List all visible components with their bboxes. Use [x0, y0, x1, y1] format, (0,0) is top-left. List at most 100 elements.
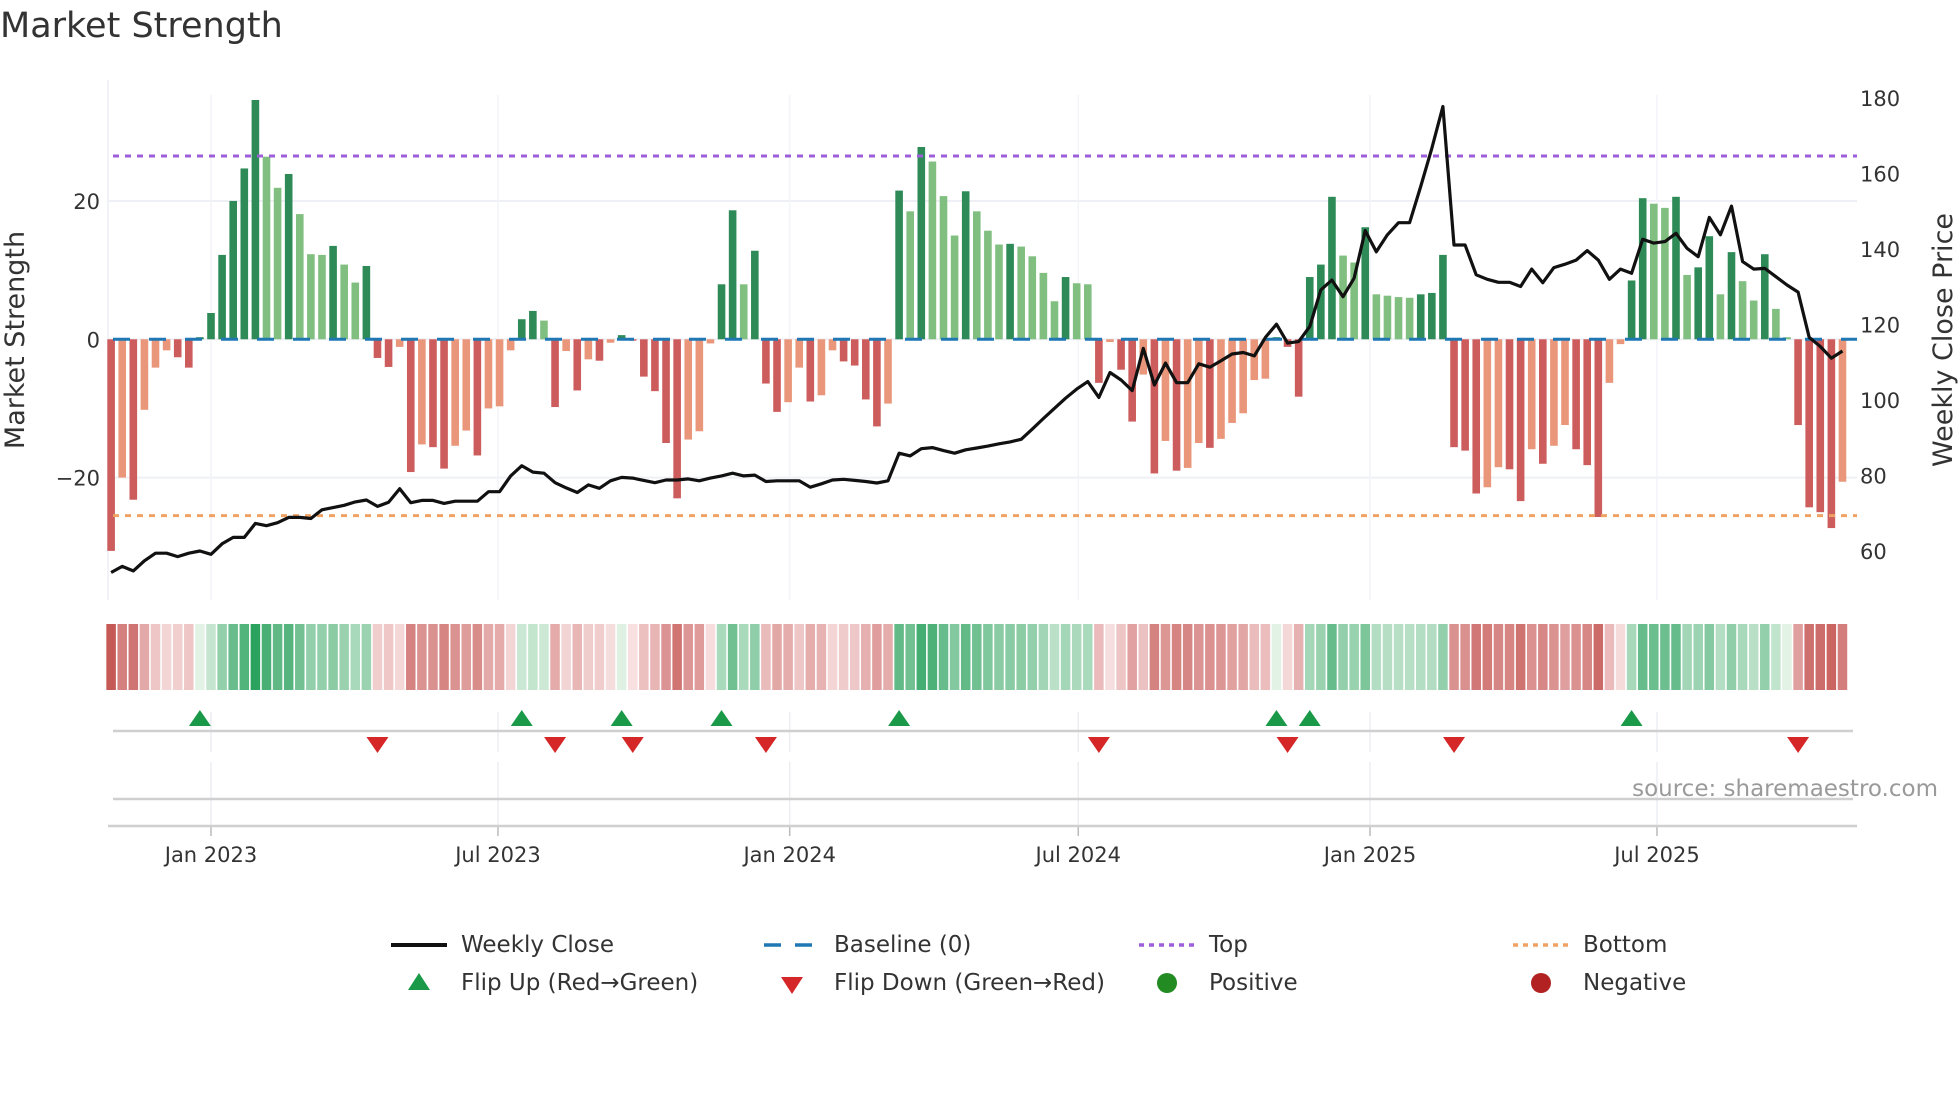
heatmap-cell — [716, 624, 727, 690]
strength-bar — [573, 339, 582, 391]
strength-bar — [739, 284, 748, 340]
dotted-line-icon — [1139, 943, 1195, 947]
strength-bar — [1394, 297, 1403, 340]
strength-bar — [562, 339, 570, 352]
legend-weekly-close: Weekly Close — [389, 927, 614, 963]
legend-label: Positive — [1209, 970, 1298, 996]
heatmap-cell — [1271, 624, 1282, 690]
strength-bar — [118, 339, 127, 478]
heatmap-cell — [417, 624, 427, 690]
strength-bar — [1239, 339, 1247, 414]
strength-bar — [540, 320, 548, 340]
legend-bottom: Bottom — [1511, 927, 1667, 963]
heatmap-cell — [1293, 624, 1304, 690]
legend-flip-down: Flip Down (Green→Red) — [762, 965, 1105, 1001]
legend-label: Negative — [1583, 970, 1687, 996]
strength-bar — [185, 339, 193, 368]
heatmap-cell — [1105, 624, 1115, 690]
flip-up-marker — [510, 710, 533, 726]
strength-bar — [1827, 339, 1836, 529]
strength-bar — [1627, 280, 1636, 340]
strength-bar — [451, 339, 459, 446]
strength-bar — [384, 339, 393, 367]
strength-bar — [695, 339, 704, 432]
x-tick-label: Jul 2025 — [1612, 843, 1699, 867]
heatmap-cell — [639, 624, 649, 690]
heatmap-cell — [572, 624, 582, 690]
heatmap-cell — [761, 624, 771, 690]
strength-bar — [1738, 281, 1747, 340]
heatmap-cell — [1549, 624, 1559, 690]
right-tick-label: 160 — [1860, 163, 1900, 187]
strength-bar — [207, 312, 215, 340]
heatmap-cell — [1427, 624, 1437, 690]
strength-bar — [240, 168, 249, 340]
dashed-line-icon — [764, 943, 820, 947]
strength-bar — [1061, 277, 1070, 340]
heatmap-cell — [1471, 624, 1481, 690]
heatmap-cell — [1238, 624, 1248, 690]
flip-down-marker — [1443, 737, 1466, 753]
heatmap-cell — [1404, 624, 1415, 690]
heatmap-cell — [927, 624, 938, 690]
heatmap-cell — [217, 624, 227, 690]
heatmap-cell — [1249, 624, 1260, 690]
strength-bar — [673, 339, 681, 499]
heatmap-cell — [683, 624, 693, 690]
circle-icon — [1157, 973, 1177, 993]
heatmap-cell — [505, 624, 516, 690]
heatmap-cell — [295, 624, 305, 690]
triangle-up-icon — [408, 973, 430, 990]
strength-bar — [262, 156, 271, 340]
strength-bar — [595, 339, 604, 361]
strength-bar — [1583, 339, 1592, 466]
heatmap-cell — [1360, 624, 1370, 690]
heatmap-cell — [1460, 624, 1470, 690]
right-tick-label: 60 — [1860, 540, 1887, 564]
strength-bar — [173, 339, 182, 358]
strength-bar — [1161, 339, 1170, 441]
strength-bar — [950, 235, 959, 340]
heatmap-cell — [1582, 624, 1592, 690]
strength-bar — [1805, 339, 1813, 508]
flip-up-marker — [1620, 710, 1643, 726]
flip-down-marker — [1787, 737, 1810, 753]
strength-bar — [1472, 339, 1481, 494]
legend-flip-up: Flip Up (Red→Green) — [389, 965, 698, 1001]
flip-up-marker — [1298, 710, 1321, 726]
heatmap-cell — [1049, 624, 1060, 690]
heatmap-cell — [161, 624, 172, 690]
heatmap-cell — [1649, 624, 1659, 690]
heatmap-cell — [1305, 624, 1315, 690]
source-text: source: sharemaestro.com — [1632, 776, 1938, 802]
strength-bar — [406, 339, 415, 473]
strength-bar — [229, 200, 237, 340]
strength-bar — [1494, 339, 1503, 468]
heatmap-cell — [938, 624, 949, 690]
strength-bar — [1716, 294, 1725, 340]
heatmap-cell — [1682, 624, 1692, 690]
strength-bar — [140, 339, 149, 410]
heatmap-cell — [805, 624, 816, 690]
heatmap-cell — [561, 624, 571, 690]
heatmap-cell — [272, 624, 283, 690]
heatmap-cell — [750, 624, 760, 690]
heatmap-cell — [1216, 624, 1226, 690]
heatmap-cell — [1482, 624, 1493, 690]
heatmap-cell — [361, 624, 372, 690]
heatmap-cell — [872, 624, 882, 690]
strength-bar — [850, 339, 859, 366]
heatmap-cell — [1382, 624, 1393, 690]
strength-bar — [362, 265, 371, 340]
strength-bar — [1838, 339, 1847, 482]
strength-bar — [351, 282, 360, 340]
heatmap-cell — [106, 624, 116, 690]
strength-bar — [1516, 339, 1525, 502]
x-tick-label: Jul 2023 — [453, 843, 540, 867]
heatmap-cell — [883, 624, 893, 690]
right-tick-label: 140 — [1860, 238, 1900, 262]
strength-bar — [984, 230, 992, 340]
flip-up-marker — [610, 710, 633, 726]
strength-bar — [1150, 339, 1159, 474]
strength-bar — [895, 190, 903, 340]
